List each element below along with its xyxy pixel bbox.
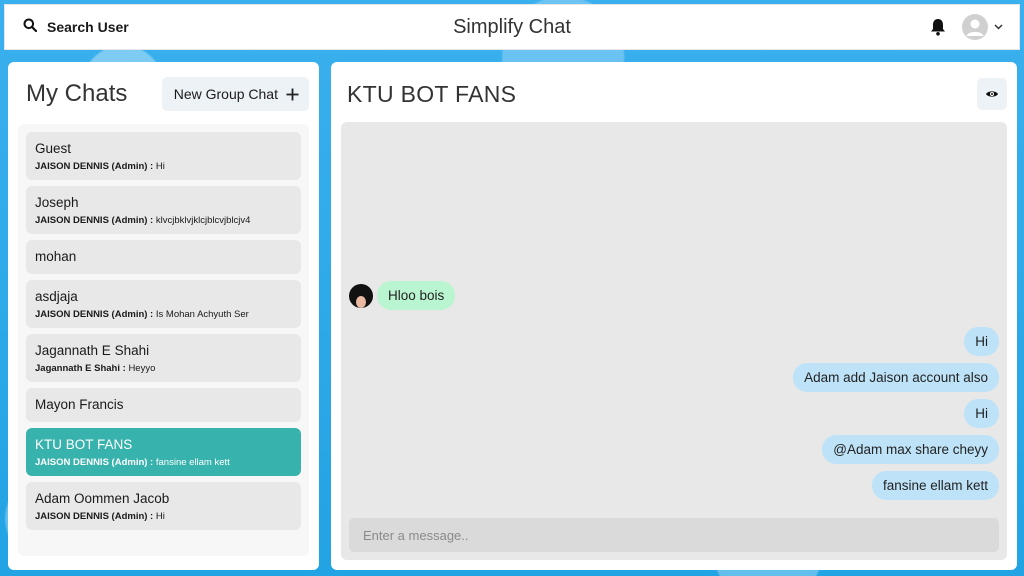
chat-list-item[interactable]: mohan <box>26 240 301 274</box>
search-user-button[interactable]: Search User <box>23 18 129 37</box>
search-icon <box>23 18 38 37</box>
sent-message: fansine ellam kett <box>871 471 999 500</box>
latest-message-sender: JAISON DENNIS (Admin) : <box>35 511 154 522</box>
chat-name: Adam Oommen Jacob <box>35 491 170 506</box>
bell-icon[interactable] <box>930 18 946 36</box>
latest-message-text: klvcjbklvjklcjblcvjblcjv4 <box>155 215 251 226</box>
sent-message: @Adam max share cheyy <box>822 435 999 464</box>
latest-message: Jagannath E Shahi : Heyyo <box>35 363 292 374</box>
chat-list-item-active[interactable]: KTU BOT FANS JAISON DENNIS (Admin) : fan… <box>26 428 301 476</box>
message-row: Hi <box>349 327 999 356</box>
message-row: Hi <box>349 399 999 428</box>
chat-name: asdjaja <box>35 289 78 304</box>
latest-message-text: Is Mohan Achyuth Ser <box>155 309 249 320</box>
chat-list-item[interactable]: Joseph JAISON DENNIS (Admin) : klvcjbklv… <box>26 186 301 234</box>
chat-title: KTU BOT FANS <box>347 80 517 107</box>
latest-message-text: Heyyo <box>128 363 156 374</box>
chat-name: Jagannath E Shahi <box>35 343 150 358</box>
new-group-chat-button[interactable]: New Group Chat <box>161 77 309 111</box>
latest-message: JAISON DENNIS (Admin) : Is Mohan Achyuth… <box>35 309 292 320</box>
message-row: Adam add Jaison account also <box>349 363 999 392</box>
chat-list-item[interactable]: Jagannath E Shahi Jagannath E Shahi : He… <box>26 334 301 382</box>
message-row: Hloo bois <box>349 281 999 310</box>
latest-message-sender: JAISON DENNIS (Admin) : <box>35 309 154 320</box>
profile-menu-button[interactable] <box>962 14 1003 40</box>
latest-message-sender: Jagannath E Shahi : <box>35 363 126 374</box>
chat-name: Mayon Francis <box>35 397 124 412</box>
chat-list-item[interactable]: asdjaja JAISON DENNIS (Admin) : Is Mohan… <box>26 280 301 328</box>
latest-message: JAISON DENNIS (Admin) : Hi <box>35 511 292 522</box>
latest-message-sender: JAISON DENNIS (Admin) : <box>35 457 154 468</box>
chat-name: KTU BOT FANS <box>35 437 133 452</box>
new-group-chat-label: New Group Chat <box>173 86 278 102</box>
sent-message: Adam add Jaison account also <box>793 363 999 392</box>
sent-message: Hi <box>964 327 999 356</box>
sent-message: Hi <box>964 399 999 428</box>
latest-message-text: Hi <box>155 511 165 522</box>
plus-icon <box>286 88 299 101</box>
latest-message: JAISON DENNIS (Admin) : fansine ellam ke… <box>35 457 292 468</box>
my-chats-title: My Chats <box>26 80 128 107</box>
chat-list: Guest JAISON DENNIS (Admin) : Hi Joseph … <box>18 124 309 556</box>
latest-message-text: Hi <box>155 161 165 172</box>
chevron-down-icon <box>994 24 1003 30</box>
latest-message-text: fansine ellam kett <box>155 457 230 468</box>
chat-list-item[interactable]: Mayon Francis <box>26 388 301 422</box>
chat-list-item[interactable]: Guest JAISON DENNIS (Admin) : Hi <box>26 132 301 180</box>
latest-message: JAISON DENNIS (Admin) : Hi <box>35 161 292 172</box>
view-group-button[interactable] <box>977 78 1007 110</box>
message-area: Hloo bois Hi Adam add Jaison account als… <box>341 122 1007 560</box>
my-chats-panel: My Chats New Group Chat Guest JAISON DEN… <box>8 62 319 570</box>
sender-avatar[interactable] <box>349 283 373 308</box>
received-message: Hloo bois <box>377 281 456 310</box>
message-row: fansine ellam kett <box>349 471 999 500</box>
chat-list-item[interactable]: Adam Oommen Jacob JAISON DENNIS (Admin) … <box>26 482 301 530</box>
search-user-label: Search User <box>47 19 129 35</box>
latest-message-sender: JAISON DENNIS (Admin) : <box>35 215 154 226</box>
chat-name: Joseph <box>35 195 79 210</box>
latest-message: JAISON DENNIS (Admin) : klvcjbklvjklcjbl… <box>35 215 292 226</box>
top-bar: Search User Simplify Chat <box>4 4 1020 50</box>
user-avatar <box>962 14 988 40</box>
chat-name: mohan <box>35 249 77 264</box>
latest-message-sender: JAISON DENNIS (Admin) : <box>35 161 154 172</box>
message-input[interactable] <box>349 518 999 552</box>
eye-icon <box>985 89 999 99</box>
chat-name: Guest <box>35 141 72 156</box>
message-list: Hloo bois Hi Adam add Jaison account als… <box>349 281 999 500</box>
message-row: @Adam max share cheyy <box>349 435 999 464</box>
chat-window: KTU BOT FANS Hloo bois Hi Adam add Jaiso… <box>331 62 1017 570</box>
app-title: Simplify Chat <box>453 15 571 38</box>
